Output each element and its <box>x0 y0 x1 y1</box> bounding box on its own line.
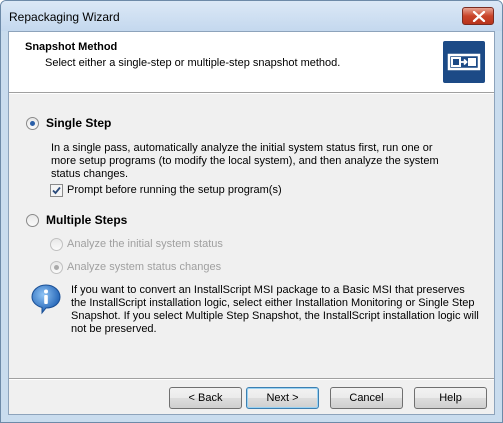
window-title: Repackaging Wizard <box>9 10 120 24</box>
prompt-checkbox[interactable] <box>50 184 63 197</box>
multiple-steps-label[interactable]: Multiple Steps <box>46 213 127 227</box>
single-step-radio[interactable] <box>26 117 39 130</box>
next-button[interactable]: Next > <box>246 387 319 409</box>
single-step-description: In a single pass, automatically analyze … <box>51 142 439 180</box>
wizard-window: Repackaging Wizard Snapshot Method Selec… <box>0 0 503 423</box>
prompt-checkbox-label[interactable]: Prompt before running the setup program(… <box>67 184 282 196</box>
header-divider <box>9 92 494 94</box>
page-title: Snapshot Method <box>25 41 118 53</box>
analyze-initial-label[interactable]: Analyze the initial system status <box>67 238 223 250</box>
info-icon <box>30 283 62 315</box>
single-step-label[interactable]: Single Step <box>46 116 111 130</box>
footer-divider <box>9 378 494 380</box>
cancel-button[interactable]: Cancel <box>330 387 403 409</box>
wizard-header: Snapshot Method Select either a single-s… <box>9 32 494 92</box>
back-button[interactable]: < Back <box>169 387 242 409</box>
snapshot-wizard-icon <box>443 41 485 83</box>
checkmark-icon <box>52 186 61 195</box>
analyze-changes-radio[interactable] <box>50 261 63 274</box>
title-bar[interactable]: Repackaging Wizard <box>1 1 502 31</box>
page-subtitle: Select either a single-step or multiple-… <box>45 57 341 69</box>
multiple-steps-radio[interactable] <box>26 214 39 227</box>
analyze-changes-label[interactable]: Analyze system status changes <box>67 261 221 273</box>
close-button[interactable] <box>462 7 494 25</box>
help-button[interactable]: Help <box>414 387 487 409</box>
info-text: If you want to convert an InstallScript … <box>71 284 479 335</box>
analyze-initial-radio[interactable] <box>50 238 63 251</box>
dialog-body: Snapshot Method Select either a single-s… <box>8 31 495 415</box>
close-icon <box>472 11 486 22</box>
